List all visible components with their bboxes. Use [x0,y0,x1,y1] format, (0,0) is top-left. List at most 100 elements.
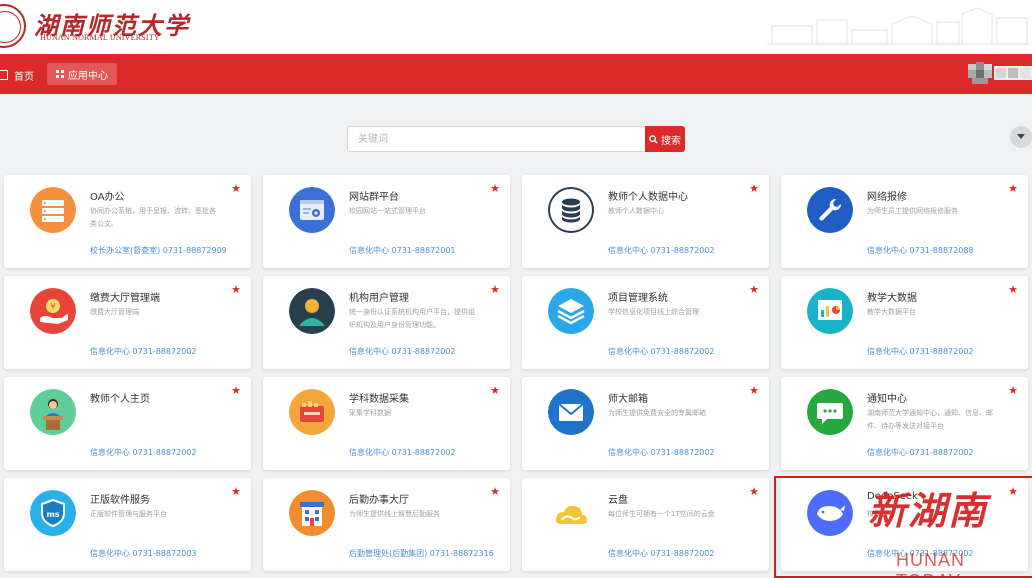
user-icon [289,288,335,334]
app-card-description: 采集学科数据 [349,409,391,417]
app-card-contact[interactable]: 信息化中心 0731-88872002 [349,346,456,357]
user-avatar[interactable] [968,62,1032,84]
grid-icon [56,70,64,78]
app-card-description: 为师生员工提供网络报修服务 [867,207,958,215]
app-card-title: 网站群平台 [349,192,399,203]
search-button[interactable]: 搜索 [645,126,685,152]
app-card-title: DeepSeek [867,491,918,502]
app-card-contact[interactable]: 信息化中心 0731-88872002 [90,447,197,458]
app-search: 搜索 [347,126,685,152]
layers-icon [548,288,594,334]
app-card[interactable]: ms 正版软件服务 正版软件管理与服务平台 信息化中心 0731-88872003 ★ [4,478,251,571]
app-card-title: 网络报修 [867,192,907,203]
app-card[interactable]: 教师个人数据中心 教师个人数据中心 信息化中心 0731-88872002 ★ [522,175,769,268]
favorite-star-icon[interactable]: ★ [490,486,500,497]
page-header: 湖南师范大学 HUNAN NORMAL UNIVERSITY [0,0,1032,54]
app-card[interactable]: 网络报修为师生员工提供网络报修服务信息化中心 0731-88872088 ★ [781,175,1028,268]
app-card-description: 每位师生可拥有一个1T空间的云盘 [608,510,715,518]
app-card-title: 机构用户管理 [349,293,409,304]
teacher-podium-icon [30,389,76,435]
app-card-contact[interactable]: 信息化中心 0731-88872001 [349,245,456,256]
app-card-contact[interactable]: 信息化中心 0731-88872002 [867,346,974,357]
app-card-title: OA办公 [90,192,125,203]
app-card[interactable]: 项目管理系统学校信息化项目线上综合管理信息化中心 0731-88872002 ★ [522,276,769,369]
favorite-star-icon[interactable]: ★ [749,183,759,194]
app-card-description: 统一身份认证系统机构用户平台，提供组织机构及用户身份管理功能。 [349,308,475,329]
search-icon [649,134,658,144]
app-card[interactable]: 教学大数据 教学大数据平台 信息化中心 0731-88872002 ★ [781,276,1028,369]
app-card[interactable]: ¥ 缴费大厅管理端 缴费大厅管理端 信息化中心 0731-88872002 ★ [4,276,251,369]
payment-hand-icon: ¥ [30,288,76,334]
app-card-description: 缴费大厅管理端 [90,308,139,316]
app-card-contact[interactable]: 信息化中心 0731-88872002 [90,346,197,357]
favorite-star-icon[interactable]: ★ [1008,284,1018,295]
favorite-star-icon[interactable]: ★ [231,284,241,295]
favorite-star-icon[interactable]: ★ [1008,183,1018,194]
app-card-description: 为师生提供线上智慧后勤服务 [349,510,440,518]
app-card-title: 教师个人数据中心 [608,192,688,203]
favorite-star-icon[interactable]: ★ [490,385,500,396]
collapse-toggle[interactable] [1010,126,1032,148]
app-card-contact[interactable]: 信息化中心 0731-88872002 [867,548,974,559]
app-card[interactable]: 学科数据采集 采集学科数据信息化中心 0731-88872002 ★ [263,377,510,470]
app-card[interactable]: 云盘 每位师生可拥有一个1T空间的云盘 信息化中心 0731-88872002 ★ [522,478,769,571]
app-card-description: 正版软件管理与服务平台 [90,510,167,518]
app-card-contact[interactable]: 信息化中心 0731-88872002 [608,346,715,357]
app-card[interactable]: DeepSeek 校内部署 信息化中心 0731-88872002 ★ [781,478,1028,571]
favorite-star-icon[interactable]: ★ [1008,385,1018,396]
favorite-star-icon[interactable]: ★ [490,284,500,295]
server-icon [30,187,76,233]
app-card-contact[interactable]: 信息化中心 0731-88872088 [867,245,974,256]
app-card-contact[interactable]: 信息化中心 0731-88872002 [867,447,974,458]
browser-settings-icon [289,187,335,233]
app-card-contact[interactable]: 信息化中心 0731-88872002 [608,447,715,458]
search-input[interactable] [347,126,646,152]
app-card[interactable]: OA办公 协同办公系统，用于呈报、流转、签批各类公文。 校长办公室(督查室) 073… [4,175,251,268]
app-card[interactable]: 教师个人主页信息化中心 0731-88872002 ★ [4,377,251,470]
app-card-contact[interactable]: 信息化中心 0731-88872003 [90,548,197,559]
app-card[interactable]: 网站群平台校园网站一站式管理平台信息化中心 0731-88872001 ★ [263,175,510,268]
app-card-description: 学校信息化项目线上综合管理 [608,308,699,316]
database-icon [548,187,594,233]
app-card-description: 为师生提供免费安全的专属邮箱 [608,409,706,417]
app-card-contact[interactable]: 后勤管理处(后勤集团) 0731-88872316 [349,548,494,559]
svg-text:¥: ¥ [50,302,55,311]
whale-icon [807,490,853,536]
chat-bubble-icon [807,389,853,435]
school-name-en: HUNAN NORMAL UNIVERSITY [40,33,160,42]
nav-app-center-label: 应用中心 [68,70,108,82]
chart-board-icon [807,288,853,334]
app-card-title: 缴费大厅管理端 [90,293,160,304]
favorite-star-icon[interactable]: ★ [1008,486,1018,497]
app-card-contact[interactable]: 校长办公室(督查室) 0731-88872909 [90,245,227,256]
favorite-star-icon[interactable]: ★ [749,385,759,396]
app-card-description: 教师个人数据中心 [608,207,664,215]
app-card-contact[interactable]: 信息化中心 0731-88872002 [608,245,715,256]
nav-home-label: 首页 [14,71,34,83]
school-seal-logo [0,4,26,48]
home-icon [0,70,8,80]
app-card-title: 项目管理系统 [608,293,668,304]
svg-text:ms: ms [46,510,59,519]
mail-icon [548,389,594,435]
favorite-star-icon[interactable]: ★ [231,385,241,396]
search-button-label: 搜索 [661,135,681,147]
nav-home[interactable]: 首页 [0,66,34,84]
favorite-star-icon[interactable]: ★ [749,486,759,497]
app-card-description: 教学大数据平台 [867,308,916,316]
app-card[interactable]: 通知中心 湖南师范大学通知中心，通知、信息、邮件、待办等发送对接平台 信息化中心 0… [781,377,1028,470]
favorite-star-icon[interactable]: ★ [231,486,241,497]
favorite-star-icon[interactable]: ★ [490,183,500,194]
app-card-contact[interactable]: 信息化中心 0731-88872002 [608,548,715,559]
app-card-title: 学科数据采集 [349,394,409,405]
app-card[interactable]: 后勤办事大厅 为师生提供线上智慧后勤服务 后勤管理处(后勤集团) 0731-8887… [263,478,510,571]
app-card[interactable]: 师大邮箱 为师生提供免费安全的专属邮箱 信息化中心 0731-88872002 ★ [522,377,769,470]
favorite-star-icon[interactable]: ★ [749,284,759,295]
app-card-contact[interactable]: 信息化中心 0731-88872002 [349,447,456,458]
data-box-icon [289,389,335,435]
nav-app-center[interactable]: 应用中心 [47,63,117,85]
app-card-description: 校园网站一站式管理平台 [349,207,426,215]
app-card[interactable]: 机构用户管理统一身份认证系统机构用户平台，提供组织机构及用户身份管理功能。信息化… [263,276,510,369]
favorite-star-icon[interactable]: ★ [231,183,241,194]
app-card-title: 教师个人主页 [90,394,150,405]
